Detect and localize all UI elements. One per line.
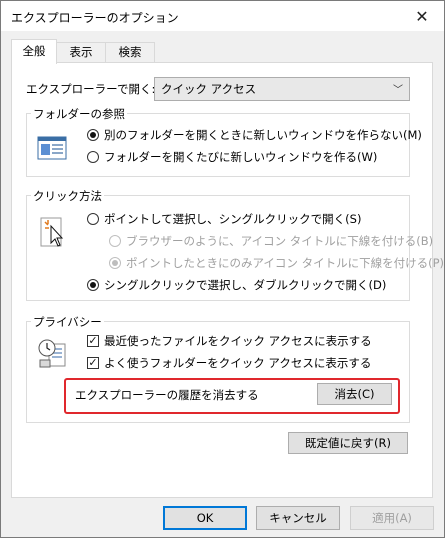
- ok-button[interactable]: OK: [163, 506, 247, 530]
- restore-defaults-button[interactable]: 既定値に戻す(R): [288, 432, 408, 454]
- folder-window-icon: [37, 136, 67, 160]
- click-items-group: クリック方法 ポイントして選択し、シングルクリックで開く(S) ブラウザーのよう…: [26, 188, 444, 301]
- recent-files-checkbox[interactable]: ✓: [87, 335, 99, 347]
- frequent-folders-checkbox[interactable]: ✓: [87, 357, 99, 369]
- open-with-value: クイック アクセス: [161, 82, 257, 96]
- clear-history-highlight: [64, 378, 400, 414]
- single-click-label: ポイントして選択し、シングルクリックで開く(S): [104, 212, 362, 226]
- apply-button[interactable]: 適用(A): [350, 506, 434, 530]
- tab-general[interactable]: 全般: [11, 39, 57, 64]
- cancel-button[interactable]: キャンセル: [256, 506, 340, 530]
- chevron-down-icon: ﹀: [393, 85, 403, 96]
- tab-view[interactable]: 表示: [56, 42, 106, 63]
- click-items-title: クリック方法: [31, 188, 104, 204]
- radio-underline-on-point[interactable]: [109, 257, 121, 269]
- radio-double-click[interactable]: [87, 279, 99, 291]
- frequent-folders-label: よく使うフォルダーをクイック アクセスに表示する: [104, 356, 372, 370]
- title-bar: エクスプローラーのオプション ✕: [1, 1, 444, 31]
- radio-single-click[interactable]: [87, 213, 99, 225]
- open-with-dropdown[interactable]: クイック アクセス ﹀: [154, 77, 410, 101]
- recent-files-label: 最近使ったファイルをクイック アクセスに表示する: [104, 334, 372, 348]
- double-click-label: シングルクリックで選択し、ダブルクリックで開く(D): [104, 278, 387, 292]
- close-icon[interactable]: ✕: [400, 1, 444, 31]
- underline-always-label: ブラウザーのように、アイコン タイトルに下線を付ける(B): [126, 234, 434, 248]
- privacy-clock-document-icon: [38, 339, 66, 368]
- radio-same-window[interactable]: [87, 129, 99, 141]
- options-dialog: エクスプローラーのオプション ✕ 全般 表示 検索 エクスプローラーで開く: ク…: [0, 0, 445, 538]
- browse-folders-title: フォルダーの参照: [31, 106, 127, 122]
- radio-underline-always[interactable]: [109, 235, 121, 247]
- open-with-label: エクスプローラーで開く:: [26, 82, 156, 96]
- radio-new-window[interactable]: [87, 151, 99, 163]
- window-title: エクスプローラーのオプション: [11, 11, 179, 25]
- tab-search[interactable]: 検索: [105, 42, 155, 63]
- pointer-click-icon: [40, 217, 64, 247]
- browse-folders-group: フォルダーの参照 別のフォルダーを開くときに新しいウィンドウを作らない(M) フ…: [26, 106, 422, 177]
- new-window-label: フォルダーを開くたびに新しいウィンドウを作る(W): [104, 150, 378, 164]
- privacy-title: プライバシー: [31, 314, 104, 330]
- same-window-label: 別のフォルダーを開くときに新しいウィンドウを作らない(M): [104, 128, 422, 142]
- general-tab-panel: エクスプローラーで開く: クイック アクセス ﹀ フォルダーの参照 別のフォルダ…: [11, 62, 444, 498]
- underline-on-point-label: ポイントしたときにのみアイコン タイトルに下線を付ける(P): [126, 256, 444, 270]
